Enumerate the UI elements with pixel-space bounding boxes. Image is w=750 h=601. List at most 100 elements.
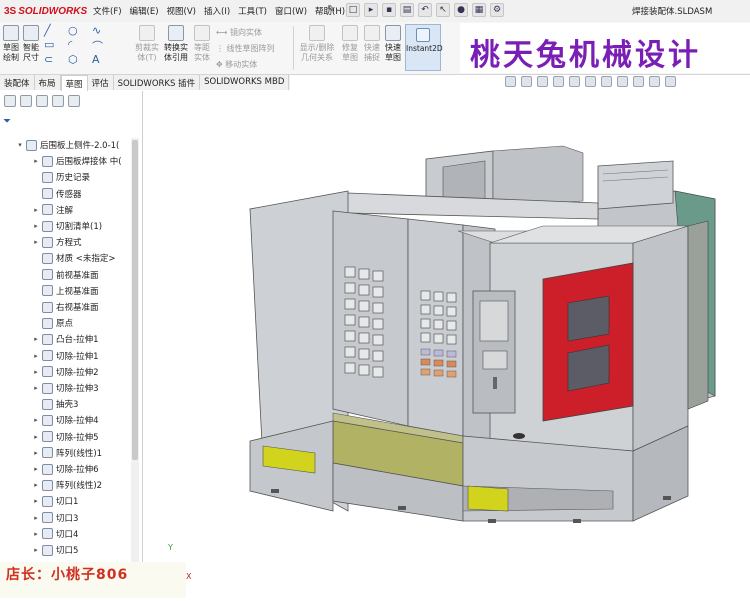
- tree-item[interactable]: ▸ 切口3: [0, 510, 78, 526]
- tab-layout[interactable]: 布局: [35, 75, 61, 90]
- tree-item[interactable]: 前视基准面: [0, 267, 99, 283]
- expand-arrow-icon[interactable]: ▾: [16, 141, 24, 149]
- tree-item[interactable]: ▸ 切除-拉伸3: [0, 380, 98, 396]
- property-manager-tab-icon[interactable]: [20, 95, 32, 107]
- linear-pattern-button[interactable]: ⋮ 线性草图阵列: [216, 43, 275, 54]
- polygon-tool-icon[interactable]: ⬡: [68, 53, 78, 66]
- rebuild-icon[interactable]: ●: [454, 3, 468, 17]
- previous-view-icon[interactable]: [537, 76, 548, 87]
- tab-addins[interactable]: SOLIDWORKS 插件: [114, 75, 201, 90]
- print-icon[interactable]: ▤: [400, 3, 414, 17]
- menu-window[interactable]: 窗口(W): [274, 5, 308, 17]
- sketch-button[interactable]: 草图 绘制: [1, 25, 21, 63]
- tree-item[interactable]: ▸ 切口5: [0, 542, 78, 558]
- tree-item[interactable]: ▸ 阵列(线性)1: [0, 445, 102, 461]
- slot-tool-icon[interactable]: ⊂: [44, 53, 53, 66]
- machine-model[interactable]: [143, 91, 750, 598]
- menu-view[interactable]: 视图(V): [166, 5, 197, 17]
- graphics-viewport[interactable]: [143, 91, 750, 598]
- zoom-area-icon[interactable]: [521, 76, 532, 87]
- trim-entities-button[interactable]: 剪裁实 体(T): [134, 25, 160, 63]
- rapid-sketch-button[interactable]: 快速 草图: [383, 25, 403, 63]
- rectangle-tool-icon[interactable]: ▭: [44, 38, 54, 51]
- move-entities-button[interactable]: ✥ 移动实体: [216, 59, 257, 70]
- expand-arrow-icon[interactable]: ▸: [32, 206, 40, 214]
- tree-item[interactable]: ▸ 后围板焊接体 中(: [0, 153, 122, 169]
- fillet-tool-icon[interactable]: ⌒: [92, 38, 103, 54]
- feature-tree-tab-icon[interactable]: [4, 95, 16, 107]
- options-gear-icon[interactable]: ⚙: [490, 3, 504, 17]
- expand-arrow-icon[interactable]: ▸: [32, 465, 40, 473]
- tree-root-part[interactable]: ▾ 后围板上侧件-2.0-1(: [0, 137, 119, 153]
- dimxpert-tab-icon[interactable]: [52, 95, 64, 107]
- expand-arrow-icon[interactable]: ▸: [32, 352, 40, 360]
- tree-item[interactable]: ▸ 切口1: [0, 493, 78, 509]
- tree-item[interactable]: 抽壳3: [0, 396, 78, 412]
- menu-file[interactable]: 文件(F): [92, 5, 123, 17]
- expand-arrow-icon[interactable]: ▸: [32, 481, 40, 489]
- open-icon[interactable]: ▸: [364, 3, 378, 17]
- expand-arrow-icon[interactable]: ▸: [32, 497, 40, 505]
- tree-item[interactable]: ▸ 切除-拉伸5: [0, 429, 98, 445]
- tree-item[interactable]: ▸ 方程式: [0, 234, 82, 250]
- tab-evaluate[interactable]: 评估: [88, 75, 114, 90]
- smart-dimension-button[interactable]: 智能 尺寸: [21, 25, 41, 63]
- line-tool-icon[interactable]: ╱: [44, 24, 51, 37]
- offset-entities-button[interactable]: 等距 实体: [191, 25, 213, 63]
- filter-funnel-icon[interactable]: ⏷: [3, 116, 11, 127]
- display-style-icon[interactable]: [585, 76, 596, 87]
- solidworks-logo[interactable]: 3S SOLIDWORKS: [4, 4, 87, 18]
- instant2d-button[interactable]: Instant2D: [405, 24, 443, 71]
- circle-tool-icon[interactable]: ○: [68, 24, 78, 37]
- expand-arrow-icon[interactable]: ▸: [32, 238, 40, 246]
- tree-item[interactable]: ▸ 切口4: [0, 526, 78, 542]
- tree-item[interactable]: ▸ 切割清单(1): [0, 218, 102, 234]
- tree-item[interactable]: 材质 <未指定>: [0, 250, 115, 266]
- new-document-icon[interactable]: □: [346, 3, 360, 17]
- text-tool-icon[interactable]: A: [92, 53, 100, 66]
- apply-scene-icon[interactable]: [633, 76, 644, 87]
- pin-icon[interactable]: ✎: [327, 4, 335, 15]
- tree-item[interactable]: 右视基准面: [0, 299, 99, 315]
- expand-arrow-icon[interactable]: ▸: [32, 416, 40, 424]
- expand-arrow-icon[interactable]: ▸: [32, 384, 40, 392]
- tree-item[interactable]: ▸ 切除-拉伸6: [0, 461, 98, 477]
- section-view-icon[interactable]: [553, 76, 564, 87]
- hide-show-items-icon[interactable]: [601, 76, 612, 87]
- tab-assembly[interactable]: 装配体: [0, 75, 35, 90]
- convert-entities-button[interactable]: 转换实 体引用: [162, 25, 190, 63]
- expand-arrow-icon[interactable]: ▸: [32, 335, 40, 343]
- tree-item[interactable]: ▸ 凸台-拉伸1: [0, 331, 98, 347]
- expand-arrow-icon[interactable]: ▸: [32, 546, 40, 554]
- expand-arrow-icon[interactable]: ▸: [32, 530, 40, 538]
- expand-arrow-icon[interactable]: ▸: [32, 157, 40, 165]
- display-manager-tab-icon[interactable]: [68, 95, 80, 107]
- spline-tool-icon[interactable]: ∿: [92, 24, 101, 37]
- expand-arrow-icon[interactable]: ▸: [32, 449, 40, 457]
- zoom-to-fit-icon[interactable]: [505, 76, 516, 87]
- tab-sketch[interactable]: 草图: [60, 75, 88, 91]
- expand-arrow-icon[interactable]: ▸: [32, 514, 40, 522]
- save-icon[interactable]: ▪: [382, 3, 396, 17]
- scrollbar-thumb[interactable]: [132, 140, 138, 460]
- tree-item[interactable]: 历史记录: [0, 169, 90, 185]
- select-icon[interactable]: ↖: [436, 3, 450, 17]
- menu-edit[interactable]: 编辑(E): [129, 5, 160, 17]
- show-relations-button[interactable]: 显示/删除 几何关系: [297, 25, 337, 63]
- tree-item[interactable]: ▸ 注解: [0, 202, 73, 218]
- tree-item[interactable]: 原点: [0, 315, 73, 331]
- quick-snaps-button[interactable]: 快速 捕捉: [362, 25, 382, 63]
- menu-tools[interactable]: 工具(T): [237, 5, 268, 17]
- menu-insert[interactable]: 插入(I): [203, 5, 231, 17]
- edit-appearance-icon[interactable]: [617, 76, 628, 87]
- tree-item[interactable]: ▸ 切除-拉伸2: [0, 364, 98, 380]
- repair-sketch-button[interactable]: 修复 草图: [340, 25, 360, 63]
- mirror-entities-button[interactable]: ⟷ 镜向实体: [216, 27, 262, 38]
- tree-item[interactable]: ▸ 切除-拉伸4: [0, 412, 98, 428]
- expand-arrow-icon[interactable]: ▸: [32, 222, 40, 230]
- configuration-tab-icon[interactable]: [36, 95, 48, 107]
- expand-arrow-icon[interactable]: ▸: [32, 368, 40, 376]
- tab-mbd[interactable]: SOLIDWORKS MBD: [200, 75, 290, 90]
- tree-item[interactable]: 上视基准面: [0, 283, 99, 299]
- expand-arrow-icon[interactable]: ▸: [32, 433, 40, 441]
